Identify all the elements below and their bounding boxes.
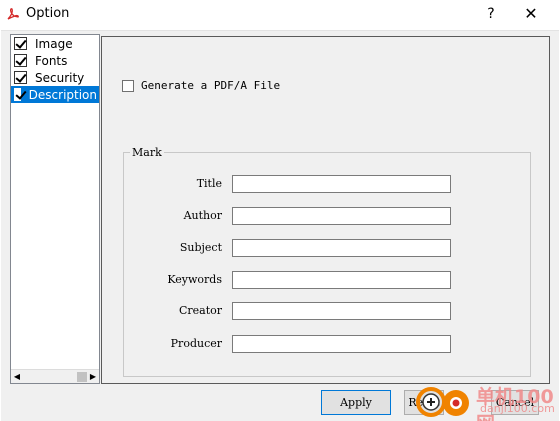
horizontal-scrollbar[interactable]: ◀ ▶ xyxy=(11,369,99,383)
title-bar: Option ? ✕ xyxy=(0,0,560,30)
watermark-logo-icon xyxy=(416,387,469,417)
checkbox[interactable] xyxy=(14,54,27,67)
field-label: Subject xyxy=(179,241,222,254)
field-row-keywords: Keywords xyxy=(102,271,551,291)
tree-item-label: Fonts xyxy=(35,53,68,68)
field-label: Keywords xyxy=(167,273,222,286)
field-row-creator: Creator xyxy=(102,302,551,322)
title-input[interactable] xyxy=(232,175,451,193)
tree-item-label: Security xyxy=(35,70,85,85)
field-label: Title xyxy=(196,177,222,190)
help-button[interactable]: ? xyxy=(480,3,502,25)
tree-item-description[interactable]: Description xyxy=(11,86,99,103)
producer-input[interactable] xyxy=(232,335,451,353)
scroll-right-icon[interactable]: ▶ xyxy=(88,372,98,382)
pdf-icon xyxy=(7,8,19,20)
pdfa-option[interactable]: Generate a PDF/A File xyxy=(122,79,280,92)
mark-group-title: Mark xyxy=(130,146,164,159)
pdfa-label[interactable]: Generate a PDF/A File xyxy=(141,79,280,92)
tree-item-fonts[interactable]: Fonts xyxy=(11,52,99,69)
author-input[interactable] xyxy=(232,207,451,225)
checkbox[interactable] xyxy=(14,37,27,50)
description-panel: Generate a PDF/A File Mark Title Author … xyxy=(101,36,550,384)
field-label: Producer xyxy=(170,337,222,350)
tree-item-label: Description xyxy=(28,87,97,102)
field-row-title: Title xyxy=(102,175,551,195)
field-row-subject: Subject xyxy=(102,239,551,259)
watermark-subtext: danji100.com xyxy=(480,402,555,415)
creator-input[interactable] xyxy=(232,302,451,320)
apply-button[interactable]: Apply xyxy=(321,390,391,415)
checkbox[interactable] xyxy=(14,88,21,101)
field-label: Creator xyxy=(178,304,222,317)
checkbox[interactable] xyxy=(14,71,27,84)
tree-item-security[interactable]: Security xyxy=(11,69,99,86)
options-tree[interactable]: Image Fonts Security Description ◀ ▶ xyxy=(10,34,100,384)
subject-input[interactable] xyxy=(232,239,451,257)
field-label: Author xyxy=(183,209,222,222)
scroll-left-icon[interactable]: ◀ xyxy=(12,372,22,382)
field-row-author: Author xyxy=(102,207,551,227)
close-button[interactable]: ✕ xyxy=(519,3,543,25)
tree-item-image[interactable]: Image xyxy=(11,35,99,52)
tree-item-label: Image xyxy=(35,36,73,51)
field-row-producer: Producer xyxy=(102,335,551,355)
window-title: Option xyxy=(26,6,70,21)
scroll-thumb[interactable] xyxy=(77,372,87,382)
keywords-input[interactable] xyxy=(232,271,451,289)
pdfa-checkbox[interactable] xyxy=(122,79,134,92)
